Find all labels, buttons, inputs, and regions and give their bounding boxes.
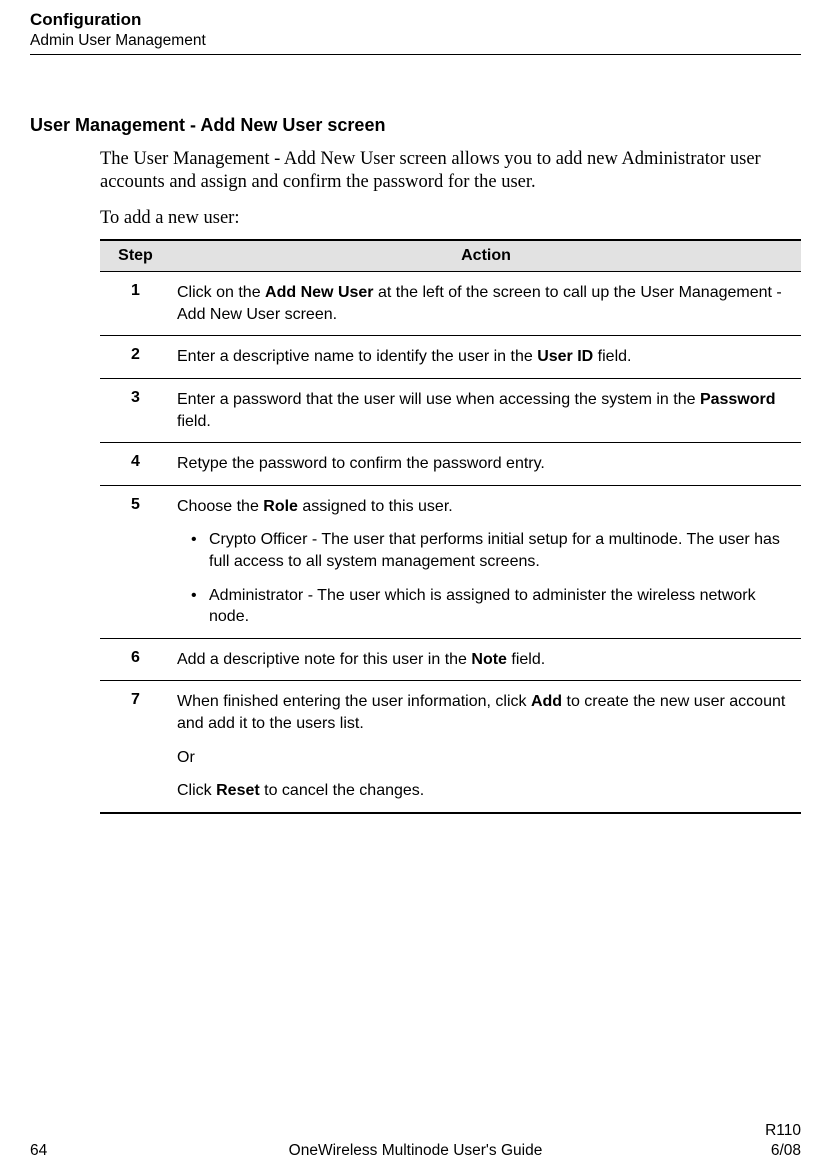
page-footer: 64 OneWireless Multinode User's Guide R1… (30, 1121, 801, 1174)
step-number: 5 (100, 485, 171, 638)
step-action: Enter a descriptive name to identify the… (171, 336, 801, 379)
step-number: 3 (100, 379, 171, 443)
table-row: 1Click on the Add New User at the left o… (100, 272, 801, 336)
steps-table: Step Action 1Click on the Add New User a… (100, 239, 801, 814)
step-number: 2 (100, 336, 171, 379)
footer-revision: R110 (721, 1121, 801, 1140)
table-row: 2Enter a descriptive name to identify th… (100, 336, 801, 379)
table-row: 4Retype the password to confirm the pass… (100, 443, 801, 486)
step-number: 6 (100, 638, 171, 681)
step-action: When finished entering the user informat… (171, 681, 801, 813)
table-row: 6Add a descriptive note for this user in… (100, 638, 801, 681)
step-action: Retype the password to confirm the passw… (171, 443, 801, 486)
table-row: 5Choose the Role assigned to this user.C… (100, 485, 801, 638)
header-title: Configuration (30, 10, 801, 30)
step-number: 7 (100, 681, 171, 813)
step-action: Add a descriptive note for this user in … (171, 638, 801, 681)
lead-text: To add a new user: (100, 208, 801, 229)
header-subtitle: Admin User Management (30, 32, 801, 50)
intro-paragraph: The User Management - Add New User scree… (100, 148, 801, 194)
step-number: 1 (100, 272, 171, 336)
step-action: Click on the Add New User at the left of… (171, 272, 801, 336)
col-header-action: Action (171, 240, 801, 272)
step-action: Enter a password that the user will use … (171, 379, 801, 443)
step-action: Choose the Role assigned to this user.Cr… (171, 485, 801, 638)
table-row: 7When finished entering the user informa… (100, 681, 801, 813)
footer-page-number: 64 (30, 1142, 110, 1160)
footer-doc-title: OneWireless Multinode User's Guide (110, 1142, 721, 1160)
section-heading: User Management - Add New User screen (30, 115, 801, 136)
page-content: User Management - Add New User screen Th… (30, 115, 801, 1121)
page-header: Configuration Admin User Management (30, 10, 801, 55)
step-number: 4 (100, 443, 171, 486)
col-header-step: Step (100, 240, 171, 272)
footer-date: 6/08 (721, 1141, 801, 1160)
table-row: 3Enter a password that the user will use… (100, 379, 801, 443)
